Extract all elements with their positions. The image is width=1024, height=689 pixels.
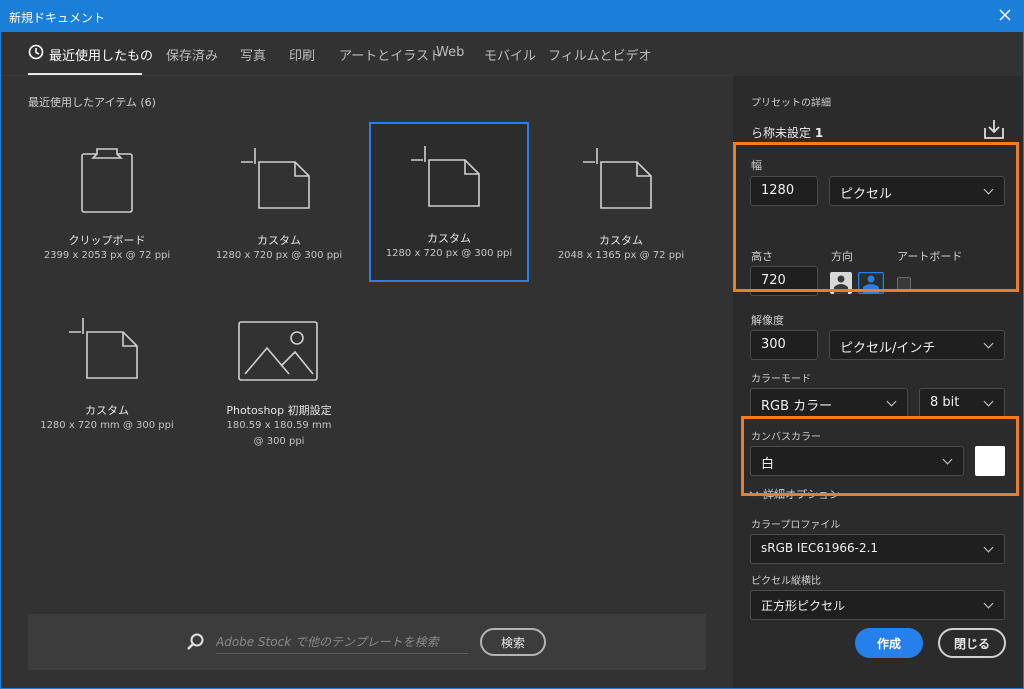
document-icon	[583, 148, 652, 209]
item-name: Photoshop 初期設定	[226, 404, 332, 417]
resolution-label: 解像度	[751, 314, 784, 327]
recent-item-custom[interactable]: カスタム 1280 x 720 mm @ 300 ppi	[27, 294, 187, 454]
window-title: 新規ドキュメント	[9, 11, 106, 25]
document-icon	[69, 318, 138, 379]
canvas-color-highlight-box	[741, 416, 1019, 496]
item-name: カスタム	[427, 232, 471, 245]
bit-depth-select[interactable]: 8 bit	[919, 388, 1005, 418]
item-name: カスタム	[599, 234, 643, 247]
save-preset-icon[interactable]	[983, 118, 1005, 140]
tab-bar: 最近使用したもの 保存済み 写真 印刷 アートとイラスト Web モバイル フィ…	[1, 32, 731, 76]
document-icon	[241, 148, 310, 209]
preset-name-text: ら称未設定	[751, 126, 812, 140]
item-name: カスタム	[85, 404, 129, 417]
recent-item-clipboard[interactable]: クリップボード 2399 x 2053 px @ 72 ppi	[27, 124, 187, 284]
recent-items-heading: 最近使用したアイテム (6)	[28, 96, 156, 109]
color-mode-select[interactable]: RGB カラー	[750, 388, 908, 418]
title-bar: 新規ドキュメント	[0, 0, 1024, 32]
item-name: クリップボード	[68, 234, 146, 247]
color-profile-label: カラープロファイル	[751, 520, 841, 531]
tab-art-illustration[interactable]: アートとイラスト	[339, 45, 442, 64]
tab-recent[interactable]: 最近使用したもの	[49, 45, 153, 64]
preset-details-panel: プリセットの詳細 ら称未設定 1 幅 1280 ピクセル 高さ 方向 アートボー…	[733, 76, 1023, 688]
item-dims: 1280 x 720 px @ 300 ppi	[215, 250, 343, 261]
tab-photo[interactable]: 写真	[240, 45, 266, 64]
tab-saved[interactable]: 保存済み	[166, 45, 218, 64]
create-button[interactable]: 作成	[855, 628, 923, 658]
color-mode-label: カラーモード	[751, 374, 811, 385]
item-dims: 1280 x 720 px @ 300 ppi	[385, 248, 513, 259]
preset-details-heading: プリセットの詳細	[751, 98, 831, 109]
item-name: カスタム	[257, 234, 301, 247]
document-icon	[411, 146, 480, 207]
active-tab-indicator	[28, 73, 142, 75]
tab-mobile[interactable]: モバイル	[484, 45, 536, 64]
stock-search-input[interactable]	[216, 630, 468, 654]
resolution-unit-select[interactable]: ピクセル/インチ	[829, 330, 1005, 360]
pixel-aspect-label: ピクセル縦横比	[751, 576, 821, 587]
preset-name[interactable]: ら称未設定 1	[751, 124, 823, 141]
preset-name-number: 1	[814, 126, 824, 140]
item-dims: 2399 x 2053 px @ 72 ppi	[43, 250, 171, 261]
recent-item-photoshop-default[interactable]: Photoshop 初期設定 180.59 x 180.59 mm @ 300 …	[199, 294, 359, 454]
tab-film-video[interactable]: フィルムとビデオ	[548, 45, 651, 64]
color-profile-select[interactable]: sRGB IEC61966-2.1	[750, 534, 1005, 564]
clock-icon	[28, 44, 44, 60]
stock-search-bar: 検索	[28, 614, 706, 670]
image-icon	[238, 321, 318, 381]
tab-print[interactable]: 印刷	[289, 45, 315, 64]
pixel-aspect-select[interactable]: 正方形ピクセル	[750, 590, 1005, 620]
new-document-dialog: 最近使用したもの 保存済み 写真 印刷 アートとイラスト Web モバイル フィ…	[0, 32, 1024, 689]
resolution-input[interactable]: 300	[750, 330, 818, 360]
recent-item-custom[interactable]: カスタム 2048 x 1365 px @ 72 ppi	[541, 124, 701, 284]
search-icon	[187, 633, 204, 650]
item-dims: 2048 x 1365 px @ 72 ppi	[557, 250, 685, 261]
tab-web[interactable]: Web	[436, 45, 464, 60]
item-dims: 180.59 x 180.59 mm @ 300 ppi	[226, 420, 332, 447]
recent-item-custom-selected[interactable]: カスタム 1280 x 720 px @ 300 ppi	[369, 122, 529, 282]
size-highlight-box	[733, 142, 1019, 292]
close-button[interactable]: 閉じる	[938, 628, 1006, 658]
item-dims: 1280 x 720 mm @ 300 ppi	[40, 420, 174, 431]
recent-item-custom[interactable]: カスタム 1280 x 720 px @ 300 ppi	[199, 124, 359, 284]
close-icon[interactable]	[996, 6, 1014, 24]
search-button[interactable]: 検索	[480, 628, 546, 656]
clipboard-icon	[81, 148, 133, 213]
